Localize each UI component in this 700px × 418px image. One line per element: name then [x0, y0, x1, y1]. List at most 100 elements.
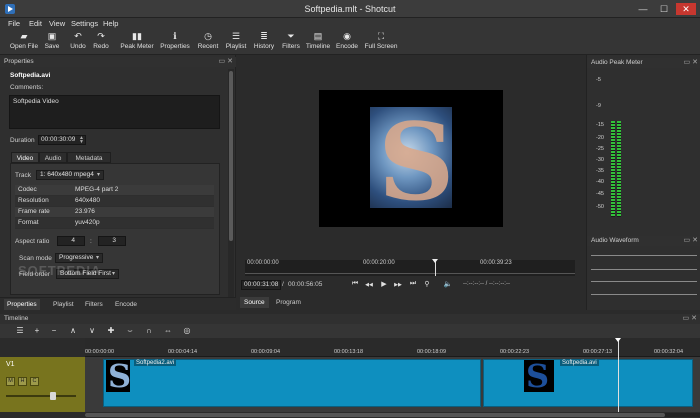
timeline-clip[interactable]: S Softpedia.avi — [483, 359, 693, 407]
maximize-button[interactable]: ☐ — [656, 3, 672, 15]
meter-segment — [611, 169, 615, 171]
close-panel-icon[interactable]: ✕ — [692, 59, 698, 66]
meter-segment — [617, 211, 621, 213]
properties-button[interactable]: ℹ Properties — [159, 31, 191, 54]
meter-segment — [617, 145, 621, 147]
title-bar: Softpedia.mlt - Shotcut — ☐ ✕ — [0, 0, 700, 18]
zoom-icon[interactable]: ⚲ — [422, 280, 432, 288]
filters-icon: ⏷ — [287, 31, 295, 41]
properties-scrollbar[interactable] — [228, 69, 234, 299]
fast-forward-icon[interactable]: ▶▶ — [393, 282, 403, 288]
media-key: Frame rate — [18, 208, 50, 215]
scrub-playhead[interactable] — [432, 259, 438, 276]
dock-tab-playlist[interactable]: Playlist — [50, 299, 77, 310]
float-icon[interactable]: ▭ — [683, 315, 690, 322]
tab-program[interactable]: Program — [272, 297, 305, 308]
redo-icon: ↷ — [97, 31, 105, 41]
menu-file[interactable]: File — [8, 19, 20, 28]
scrub-drag-icon[interactable]: ⇔ — [162, 326, 174, 335]
float-icon[interactable]: ▭ — [684, 59, 691, 66]
split-icon[interactable]: ✚ — [105, 326, 117, 335]
remove-icon[interactable]: − — [48, 326, 60, 335]
close-panel-icon[interactable]: ✕ — [691, 315, 697, 322]
recent-button[interactable]: ◷ Recent — [196, 31, 220, 54]
menu-view[interactable]: View — [49, 19, 65, 28]
dock-tab-filters[interactable]: Filters — [82, 299, 106, 310]
timeline-scrollbar[interactable] — [85, 413, 700, 417]
ripple-icon[interactable]: ⌣ — [124, 326, 136, 336]
tab-metadata[interactable]: Metadata — [67, 152, 111, 163]
timeline-ruler[interactable]: 00:00:00:00 00:00:04:14 00:00:09:04 00:0… — [85, 338, 700, 357]
meter-segment — [617, 130, 621, 132]
position-timecode[interactable]: 00:00:31:08 — [241, 280, 281, 290]
menu-help[interactable]: Help — [103, 19, 118, 28]
scrollbar-thumb[interactable] — [85, 413, 665, 417]
composite-button[interactable]: C — [30, 377, 39, 386]
menu-settings[interactable]: Settings — [71, 19, 98, 28]
minimize-button[interactable]: — — [635, 3, 651, 15]
encode-button[interactable]: ◉ Encode — [336, 31, 358, 54]
timeline-label: Timeline — [305, 43, 331, 50]
timeline-clip[interactable]: S Softpedia2.avi — [103, 359, 481, 407]
track-gain-slider[interactable] — [6, 392, 76, 400]
filters-button[interactable]: ⏷ Filters — [280, 31, 302, 54]
panel-buttons: ▭ ✕ — [684, 58, 698, 68]
peak-meter-button[interactable]: ▮▮ Peak Meter — [119, 31, 155, 54]
redo-button[interactable]: ↷ Redo — [91, 31, 111, 54]
menu-edit[interactable]: Edit — [29, 19, 42, 28]
dock-tab-properties[interactable]: Properties — [4, 299, 40, 310]
properties-panel-header: Properties ▭ ✕ — [0, 57, 236, 67]
track-select[interactable]: 1: 640x480 mpeg4 ▾ — [36, 170, 104, 180]
track-v1: S Softpedia2.avi S Softpedia.avi — [85, 357, 700, 412]
float-icon[interactable]: ▭ — [219, 58, 226, 65]
skip-to-end-icon[interactable]: ⏭ — [408, 280, 418, 288]
volume-icon[interactable]: 🔈 — [443, 280, 453, 288]
duration-field[interactable]: 00:00:30:09 ▲ ▼ — [38, 135, 86, 145]
audio-waveform-title: Audio Waveform — [591, 237, 639, 244]
close-panel-icon[interactable]: ✕ — [692, 237, 698, 244]
float-icon[interactable]: ▭ — [684, 237, 691, 244]
timeline-menu-icon[interactable]: ☰ — [14, 326, 26, 335]
meter-segment — [617, 181, 621, 183]
meter-segment — [611, 184, 615, 186]
playlist-button[interactable]: ☰ Playlist — [224, 31, 248, 54]
tab-source[interactable]: Source — [240, 297, 269, 308]
full-screen-button[interactable]: ⛶ Full Screen — [364, 31, 398, 54]
timeline-playhead[interactable] — [615, 338, 621, 412]
history-button[interactable]: ≣ History — [252, 31, 276, 54]
comments-textbox[interactable]: Softpedia Video — [9, 95, 220, 129]
tab-audio[interactable]: Audio — [39, 152, 67, 163]
open-file-button[interactable]: ▰ Open File — [8, 31, 40, 54]
peak-meter-label: Peak Meter — [120, 43, 154, 50]
scan-mode-select[interactable]: Progressive ▾ — [55, 253, 103, 263]
timeline-button[interactable]: ▤ Timeline — [305, 31, 331, 54]
save-button[interactable]: ▣ Save — [42, 31, 62, 54]
scrollbar-thumb[interactable] — [229, 71, 233, 241]
meter-segment — [611, 133, 615, 135]
tab-video[interactable]: Video — [11, 152, 39, 163]
hide-button[interactable]: H — [18, 377, 27, 386]
rewind-icon[interactable]: ◀◀ — [364, 282, 374, 288]
meter-scale-label: -20 — [596, 135, 604, 141]
skip-to-start-icon[interactable]: ⏮ — [350, 280, 360, 288]
mute-button[interactable]: M — [6, 377, 15, 386]
close-button[interactable]: ✕ — [676, 3, 696, 15]
spin-arrows-icon[interactable]: ▲ ▼ — [79, 136, 84, 145]
snap-icon[interactable]: ∩ — [143, 326, 155, 335]
play-icon[interactable]: ▶ — [379, 280, 389, 288]
dock-tab-encode[interactable]: Encode — [112, 299, 140, 310]
meter-segment — [611, 211, 615, 213]
aspect-width-field[interactable]: 4 — [57, 236, 85, 246]
aspect-height-field[interactable]: 3 — [98, 236, 126, 246]
softpedia-watermark: SOFTPEDIA — [18, 263, 102, 278]
track-header-v1[interactable]: V1 M H C — [0, 357, 85, 412]
append-icon[interactable]: + — [31, 326, 43, 335]
lift-icon[interactable]: ∧ — [67, 326, 79, 335]
timecode-separator: / — [282, 281, 284, 288]
undo-button[interactable]: ↶ Undo — [67, 31, 89, 54]
scrubber[interactable]: 00:00:00:00 00:00:20:00 00:00:39:23 — [245, 259, 575, 276]
overwrite-icon[interactable]: ∨ — [86, 326, 98, 335]
close-panel-icon[interactable]: ✕ — [227, 58, 233, 65]
chevron-down-icon: ▾ — [111, 271, 115, 277]
ripple-all-icon[interactable]: ◎ — [181, 326, 193, 335]
